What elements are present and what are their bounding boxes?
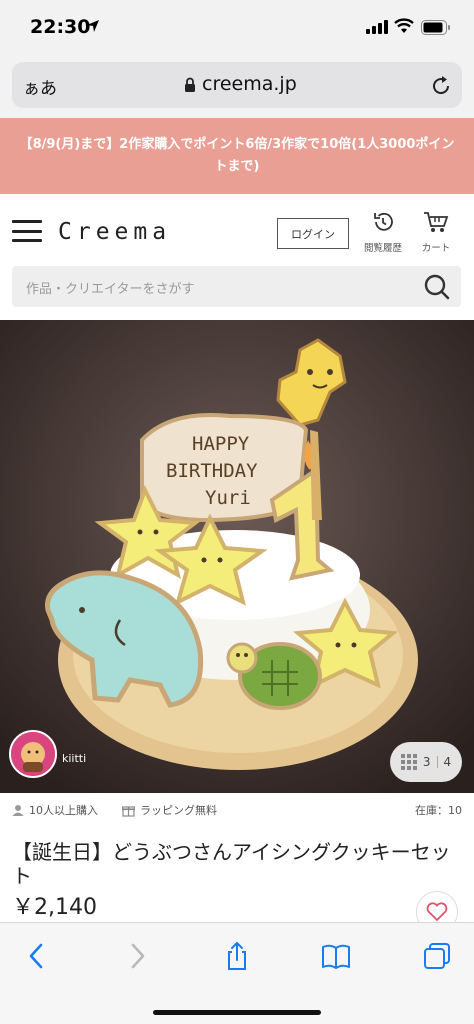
purchase-count-label: 10人以上購入 xyxy=(29,804,98,817)
product-meta: 10人以上購入 ラッピング無料 在庫：10 xyxy=(0,800,474,820)
creator-avatar[interactable] xyxy=(9,730,57,778)
image-counter-divider xyxy=(436,756,438,768)
status-time: 22:30 xyxy=(30,16,91,38)
hamburger-menu-icon[interactable] xyxy=(12,220,42,242)
creator-avatar-image xyxy=(11,732,55,776)
search-input[interactable]: 作品・クリエイターをさがす xyxy=(12,266,461,307)
site-logo[interactable]: Creema xyxy=(58,219,171,245)
status-bar: 22:30 xyxy=(0,0,474,58)
search-icon[interactable] xyxy=(423,273,451,301)
plaque-line-1: HAPPY xyxy=(192,433,250,455)
browser-chrome: ぁあ creema.jp xyxy=(0,58,474,118)
wrapping-info: ラッピング無料 xyxy=(122,802,217,818)
heart-icon xyxy=(426,902,448,922)
bookmarks-icon[interactable] xyxy=(321,941,351,971)
history-label: 閲覧履歴 xyxy=(363,243,402,254)
browser-toolbar xyxy=(0,922,474,1024)
image-counter-current: 3 xyxy=(422,755,431,769)
tabs-icon[interactable] xyxy=(422,941,452,971)
purchase-count: 10人以上購入 xyxy=(12,802,98,818)
promo-text: 【8/9(月)まで】2作家購入でポイント6倍/3作家で10倍(1人3000ポイン… xyxy=(19,137,455,174)
plaque-line-2: BIRTHDAY xyxy=(166,460,258,482)
image-counter[interactable]: 3 4 xyxy=(390,742,462,782)
home-indicator xyxy=(153,1010,321,1015)
login-button[interactable]: ログイン xyxy=(277,218,349,249)
product-photo-illustration: HAPPY BIRTHDAY Yuri xyxy=(0,320,474,793)
lock-icon xyxy=(185,77,195,92)
url-host: creema.jp xyxy=(202,73,297,95)
location-arrow-icon xyxy=(87,20,99,32)
signal-icon xyxy=(366,20,388,34)
search-placeholder: 作品・クリエイターをさがす xyxy=(26,282,195,297)
product-price: ￥2,140 xyxy=(12,895,97,920)
stock-count: 在庫：10 xyxy=(415,804,462,817)
history-icon xyxy=(374,212,393,231)
product-title: 【誕生日】どうぶつさんアイシングクッキーセット xyxy=(12,840,451,888)
back-icon[interactable] xyxy=(22,941,52,971)
grid-icon xyxy=(400,754,417,770)
reload-icon[interactable] xyxy=(430,75,452,97)
address-bar[interactable]: ぁあ creema.jp xyxy=(12,62,462,108)
cart-button[interactable]: カート xyxy=(414,210,458,254)
plaque-line-3: Yuri xyxy=(205,487,251,509)
creator-name[interactable]: kiitti xyxy=(62,752,86,765)
wrapping-label: ラッピング無料 xyxy=(140,804,217,817)
promo-banner[interactable]: 【8/9(月)まで】2作家購入でポイント6倍/3作家で10倍(1人3000ポイン… xyxy=(0,118,474,194)
product-image[interactable]: HAPPY BIRTHDAY Yuri xyxy=(0,320,474,793)
site-header: Creema ログイン 閲覧履歴 カート xyxy=(0,194,474,266)
cart-icon xyxy=(424,212,449,232)
wifi-icon xyxy=(394,18,414,33)
image-counter-total: 4 xyxy=(443,755,452,769)
gift-icon xyxy=(122,805,135,817)
forward-icon[interactable] xyxy=(122,941,152,971)
reader-text-size-button[interactable]: ぁあ xyxy=(23,74,57,99)
cart-label: カート xyxy=(421,243,451,254)
user-icon xyxy=(12,805,24,816)
battery-icon xyxy=(421,20,450,35)
share-icon[interactable] xyxy=(222,941,252,971)
history-button[interactable]: 閲覧履歴 xyxy=(360,210,406,254)
